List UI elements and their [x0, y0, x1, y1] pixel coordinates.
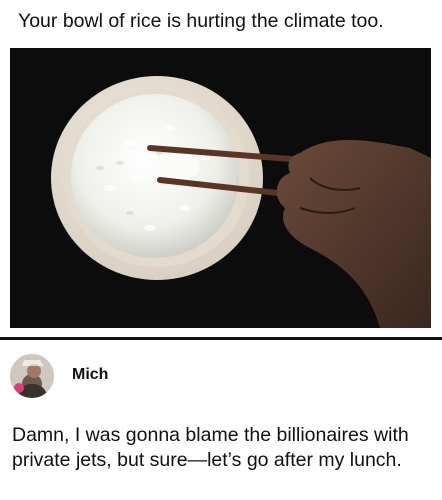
- author-name[interactable]: Mich: [72, 366, 108, 384]
- comment-text: Damn, I was gonna blame the billionaires…: [12, 424, 409, 471]
- reply-card: Mich Damn, I was gonna blame the billion…: [0, 340, 442, 500]
- rice-bowl-illustration: [10, 48, 431, 328]
- user-avatar-icon: [10, 354, 54, 398]
- rice-icon: [71, 94, 239, 258]
- avatar[interactable]: [10, 354, 54, 398]
- rice-piece-icon: [160, 152, 200, 180]
- post-headline: Your bowl of rice is hurting the climate…: [18, 10, 384, 32]
- rice-bowl-photo: [10, 48, 431, 328]
